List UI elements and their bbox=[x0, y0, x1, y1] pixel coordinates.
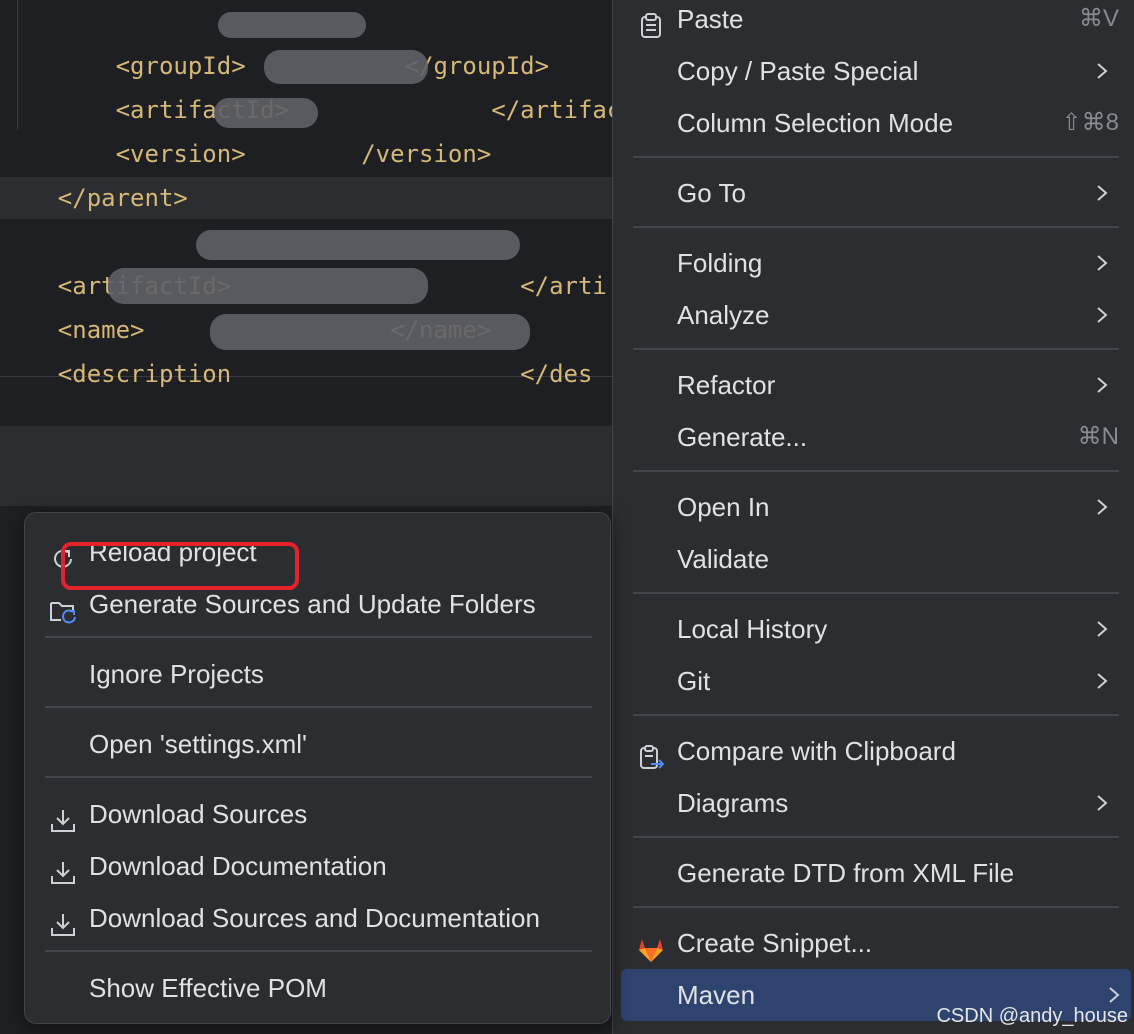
chevron-right-icon bbox=[1097, 63, 1108, 79]
menu-item-label: Generate Sources and Update Folders bbox=[89, 589, 536, 619]
menu-separator bbox=[633, 348, 1119, 350]
chevron-right-icon bbox=[1097, 255, 1108, 271]
menu-item-generate-dtd[interactable]: Generate DTD from XML File bbox=[621, 847, 1119, 899]
menu-separator bbox=[633, 836, 1119, 838]
chevron-right-icon bbox=[1109, 987, 1120, 1003]
menu-item-label: Generate DTD from XML File bbox=[677, 858, 1015, 888]
menu-item-download-sources[interactable]: Download Sources bbox=[35, 788, 600, 840]
menu-item-label: Open 'settings.xml' bbox=[89, 729, 308, 759]
menu-item-reload-project[interactable]: Reload project bbox=[35, 526, 600, 590]
download-icon bbox=[49, 800, 77, 832]
menu-item-label: Column Selection Mode bbox=[677, 108, 954, 138]
menu-item-label: Validate bbox=[677, 544, 770, 574]
menu-item-folding[interactable]: Folding bbox=[621, 237, 1119, 289]
maven-submenu: Reload project Generate Sources and Upda… bbox=[24, 512, 611, 1024]
menu-item-label: Generate... bbox=[677, 422, 808, 452]
menu-item-copy-paste-special[interactable]: Copy / Paste Special bbox=[621, 45, 1119, 97]
code-line-project-artifactid: <artifactId> </arti bbox=[0, 220, 607, 300]
menu-item-generate[interactable]: Generate... ⌘N bbox=[621, 411, 1119, 463]
menu-item-label: Go To bbox=[677, 178, 746, 208]
download-icon bbox=[49, 852, 77, 884]
menu-item-ignore-projects[interactable]: Ignore Projects bbox=[35, 648, 600, 700]
menu-item-open-settings-xml[interactable]: Open 'settings.xml' bbox=[35, 718, 600, 770]
menu-item-label: Open In bbox=[677, 492, 770, 522]
menu-separator bbox=[633, 906, 1119, 908]
menu-item-show-effective-pom[interactable]: Show Effective POM bbox=[35, 962, 600, 1014]
menu-item-git[interactable]: Git bbox=[621, 655, 1119, 707]
menu-item-label: Analyze bbox=[677, 300, 770, 330]
menu-item-label: Folding bbox=[677, 248, 763, 278]
menu-item-label: Diagrams bbox=[677, 788, 789, 818]
chevron-right-icon bbox=[1097, 621, 1108, 637]
menu-item-label: Ignore Projects bbox=[89, 659, 264, 689]
shortcut-label: ⌘V bbox=[1078, 5, 1119, 32]
menu-item-compare-with-clipboard[interactable]: Compare with Clipboard bbox=[621, 725, 1119, 777]
code-line-version: <version> /version> bbox=[0, 88, 491, 168]
menu-item-column-selection-mode[interactable]: Column Selection Mode ⇧⌘8 bbox=[621, 97, 1119, 149]
watermark: CSDN @andy_house bbox=[936, 1005, 1128, 1027]
menu-item-refactor[interactable]: Refactor bbox=[621, 359, 1119, 411]
chevron-right-icon bbox=[1097, 673, 1108, 689]
menu-item-label: Local History bbox=[677, 614, 828, 644]
menu-separator bbox=[633, 714, 1119, 716]
menu-item-download-documentation[interactable]: Download Documentation bbox=[35, 840, 600, 892]
menu-item-label: Show Effective POM bbox=[89, 973, 327, 1003]
menu-item-label: Copy / Paste Special bbox=[677, 56, 919, 86]
menu-item-label: Download Sources and Documentation bbox=[89, 903, 540, 933]
menu-item-label: Git bbox=[677, 666, 711, 696]
menu-item-label: Refactor bbox=[677, 370, 776, 400]
menu-item-create-snippet[interactable]: Create Snippet... bbox=[621, 917, 1119, 969]
menu-item-label: Compare with Clipboard bbox=[677, 736, 956, 766]
menu-item-diagrams[interactable]: Diagrams bbox=[621, 777, 1119, 829]
menu-separator bbox=[633, 156, 1119, 158]
code-line-artifactid: <artifactId> </artifactId bbox=[0, 44, 612, 124]
code-line-name: <name> </name> bbox=[0, 264, 491, 344]
menu-item-open-in[interactable]: Open In bbox=[621, 481, 1119, 533]
clipboard-icon bbox=[637, 5, 665, 38]
chevron-right-icon bbox=[1097, 499, 1108, 515]
menu-separator bbox=[633, 470, 1119, 472]
shortcut-label: ⌘N bbox=[1077, 423, 1119, 450]
download-icon bbox=[49, 904, 77, 936]
menu-item-label: Download Sources bbox=[89, 799, 308, 829]
chevron-right-icon bbox=[1097, 307, 1108, 323]
chevron-right-icon bbox=[1097, 377, 1108, 393]
menu-separator bbox=[45, 950, 592, 952]
menu-separator bbox=[45, 776, 592, 778]
menu-item-label: Paste bbox=[677, 4, 744, 34]
menu-item-label: Download Documentation bbox=[89, 851, 387, 881]
gitlab-icon bbox=[637, 929, 665, 962]
menu-separator bbox=[45, 636, 592, 638]
menu-item-download-sources-and-documentation[interactable]: Download Sources and Documentation bbox=[35, 892, 600, 944]
editor-context-menu: Paste ⌘V Copy / Paste Special Column Sel… bbox=[612, 0, 1134, 1034]
menu-item-validate[interactable]: Validate bbox=[621, 533, 1119, 585]
menu-separator bbox=[633, 226, 1119, 228]
compare-clipboard-icon bbox=[637, 737, 665, 769]
code-line-groupid: <groupId> </groupId> bbox=[0, 0, 549, 80]
menu-separator bbox=[633, 592, 1119, 594]
chevron-right-icon bbox=[1097, 795, 1108, 811]
menu-item-analyze[interactable]: Analyze bbox=[621, 289, 1119, 341]
menu-item-go-to[interactable]: Go To bbox=[621, 167, 1119, 219]
editor-band bbox=[0, 426, 612, 506]
chevron-right-icon bbox=[1097, 185, 1108, 201]
menu-item-label: Maven bbox=[677, 980, 756, 1010]
folder-refresh-icon bbox=[49, 590, 77, 624]
menu-separator bbox=[45, 706, 592, 708]
menu-item-label: Create Snippet... bbox=[677, 928, 873, 958]
code-line-description: <description </des bbox=[0, 308, 592, 388]
menu-item-paste[interactable]: Paste ⌘V bbox=[621, 0, 1119, 45]
shortcut-label: ⇧⌘8 bbox=[1061, 109, 1119, 136]
menu-item-generate-sources[interactable]: Generate Sources and Update Folders bbox=[35, 578, 600, 630]
code-line-parent-close: </parent> bbox=[57, 184, 188, 212]
menu-item-local-history[interactable]: Local History bbox=[621, 603, 1119, 655]
